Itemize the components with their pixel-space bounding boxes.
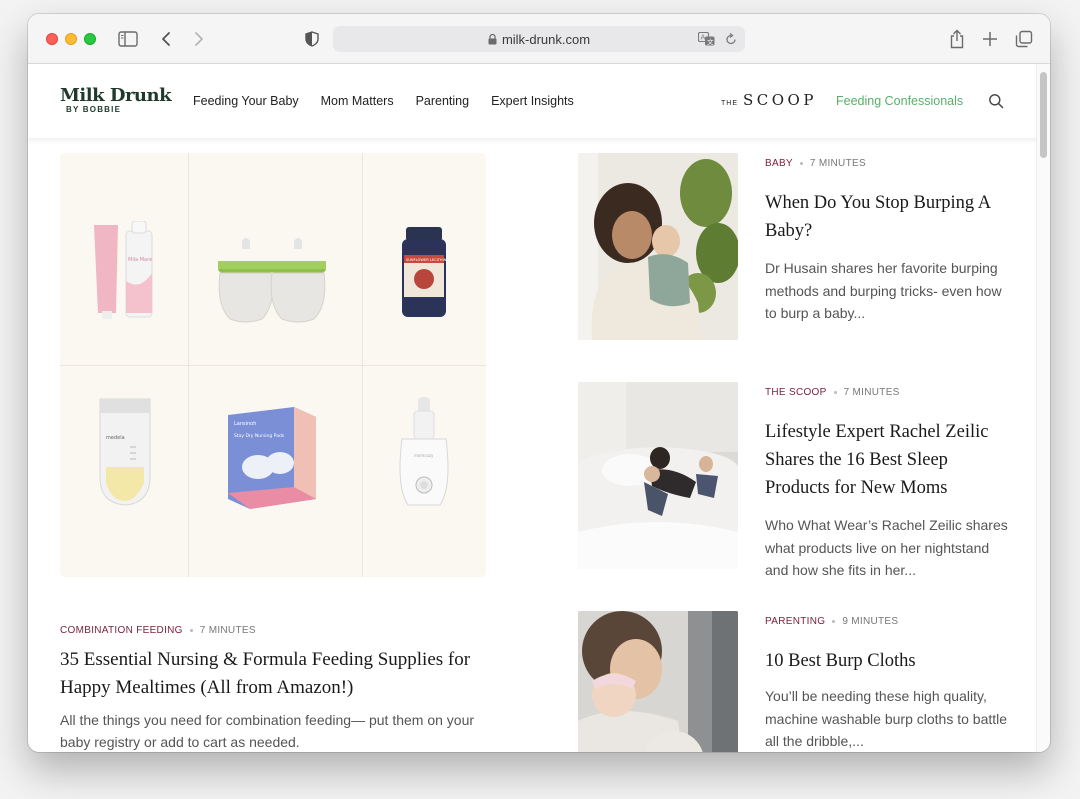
new-tab-plus-icon[interactable] [979,28,1001,50]
warmer-brand-text: momcozy [414,453,434,458]
article-title[interactable]: Lifestyle Expert Rachel Zeilic Shares th… [765,418,1015,502]
browser-window: milk-drunk.com A文 Milk Drunk BY BOBBIE F… [28,14,1050,752]
article-thumbnail-burp-cloth[interactable] [578,611,738,752]
article-meta: PARENTING 9 MINUTES [765,616,898,627]
pads-name-text: Stay Dry Nursing Pads [234,433,285,439]
svg-text:A: A [701,34,706,42]
hero-article-meta: COMBINATION FEEDING 7 MINUTES [60,625,256,636]
article-category-link[interactable]: BABY [765,158,793,169]
bottle-warmer-product-image: momcozy [399,397,449,506]
nav-item-feeding-your-baby[interactable]: Feeding Your Baby [193,94,299,108]
milk-storage-bag-product-image: medela [99,398,151,506]
meta-separator-dot [189,629,193,632]
pads-brand-text: Lansinoh [234,421,256,427]
nipple-cream-product-image: Mila Mare [94,221,153,319]
scoop-word-text: SCOOP [743,91,817,109]
scoop-the-text: THE [721,100,738,107]
close-window-button[interactable] [46,33,58,45]
article-category-link[interactable]: PARENTING [765,616,825,627]
logo-main-text: Milk Drunk [60,85,172,106]
site-header: Milk Drunk BY BOBBIE Feeding Your Baby M… [28,64,1050,138]
browser-toolbar: milk-drunk.com A文 [28,14,1050,64]
zoom-window-button[interactable] [84,33,96,45]
hero-article-description: All the things you need for combination … [60,712,475,750]
page-scrollbar[interactable] [1036,64,1050,752]
hero-article-title[interactable]: 35 Essential Nursing & Formula Feeding S… [60,646,490,702]
site-logo[interactable]: Milk Drunk BY BOBBIE [60,85,172,115]
the-scoop-link[interactable]: THE SCOOP [721,91,817,109]
cream-brand-text: Mila Mare [128,257,152,263]
article-card[interactable]: PARENTING 9 MINUTES 10 Best Burp Cloths … [578,611,1036,752]
hero-product-grid-image[interactable]: Mila Mare SUNFLOWER LECITHIN medela Lans… [60,153,486,577]
meta-separator-dot [832,620,836,623]
article-title[interactable]: When Do You Stop Burping A Baby? [765,189,1015,245]
nav-item-feeding-confessionals[interactable]: Feeding Confessionals [836,94,963,108]
privacy-shield-icon[interactable] [301,28,323,50]
minimize-window-button[interactable] [65,33,77,45]
url-text: milk-drunk.com [501,31,591,47]
nursing-pads-product-image: Lansinoh Stay Dry Nursing Pads [228,407,316,509]
supplement-bottle-product-image: SUNFLOWER LECITHIN [402,227,447,317]
article-category-link[interactable]: THE SCOOP [765,387,827,398]
svg-text:文: 文 [707,37,714,46]
lock-icon [488,33,497,45]
reload-icon[interactable] [725,31,737,47]
bag-brand-text: medela [106,435,125,441]
share-icon[interactable] [946,28,968,50]
baby-bottles-product-image [218,238,326,323]
article-read-time: 9 MINUTES [842,616,899,627]
hero-read-time: 7 MINUTES [199,625,256,636]
nav-item-expert-insights[interactable]: Expert Insights [491,94,574,108]
article-description: You’ll be needing these high quality, ma… [765,688,1008,749]
article-thumbnail-mother-baby[interactable] [578,153,738,340]
article-read-time: 7 MINUTES [809,158,866,169]
lecithin-label-text: SUNFLOWER LECITHIN [406,258,447,262]
logo-sub-text: BY BOBBIE [66,105,122,114]
search-icon[interactable] [988,93,1004,109]
article-meta: BABY 7 MINUTES [765,158,866,169]
forward-arrow-icon[interactable] [188,28,210,50]
article-description: Dr Husain shares her favorite burping me… [765,260,1002,321]
scrollbar-thumb[interactable] [1040,72,1047,158]
article-card[interactable]: THE SCOOP 7 MINUTES Lifestyle Expert Rac… [578,382,1036,578]
article-card[interactable]: BABY 7 MINUTES When Do You Stop Burping … [578,153,1036,343]
article-title[interactable]: 10 Best Burp Cloths [765,647,1015,675]
nav-item-parenting[interactable]: Parenting [416,94,470,108]
hero-category-link[interactable]: COMBINATION FEEDING [60,625,183,636]
meta-separator-dot [833,391,837,394]
article-read-time: 7 MINUTES [843,387,900,398]
main-nav: Feeding Your Baby Mom Matters Parenting … [193,94,574,108]
sidebar-toggle-icon[interactable] [117,28,139,50]
article-thumbnail-family-bed[interactable] [578,382,738,569]
article-meta: THE SCOOP 7 MINUTES [765,387,900,398]
back-arrow-icon[interactable] [155,28,177,50]
translate-icon[interactable]: A文 [698,31,715,47]
meta-separator-dot [799,162,803,165]
address-bar[interactable]: milk-drunk.com A文 [333,26,745,52]
page-content: Mila Mare SUNFLOWER LECITHIN medela Lans… [28,138,1036,752]
nav-item-mom-matters[interactable]: Mom Matters [321,94,394,108]
article-description: Who What Wear’s Rachel Zeilic shares wha… [765,517,1008,578]
tab-overview-icon[interactable] [1013,28,1035,50]
